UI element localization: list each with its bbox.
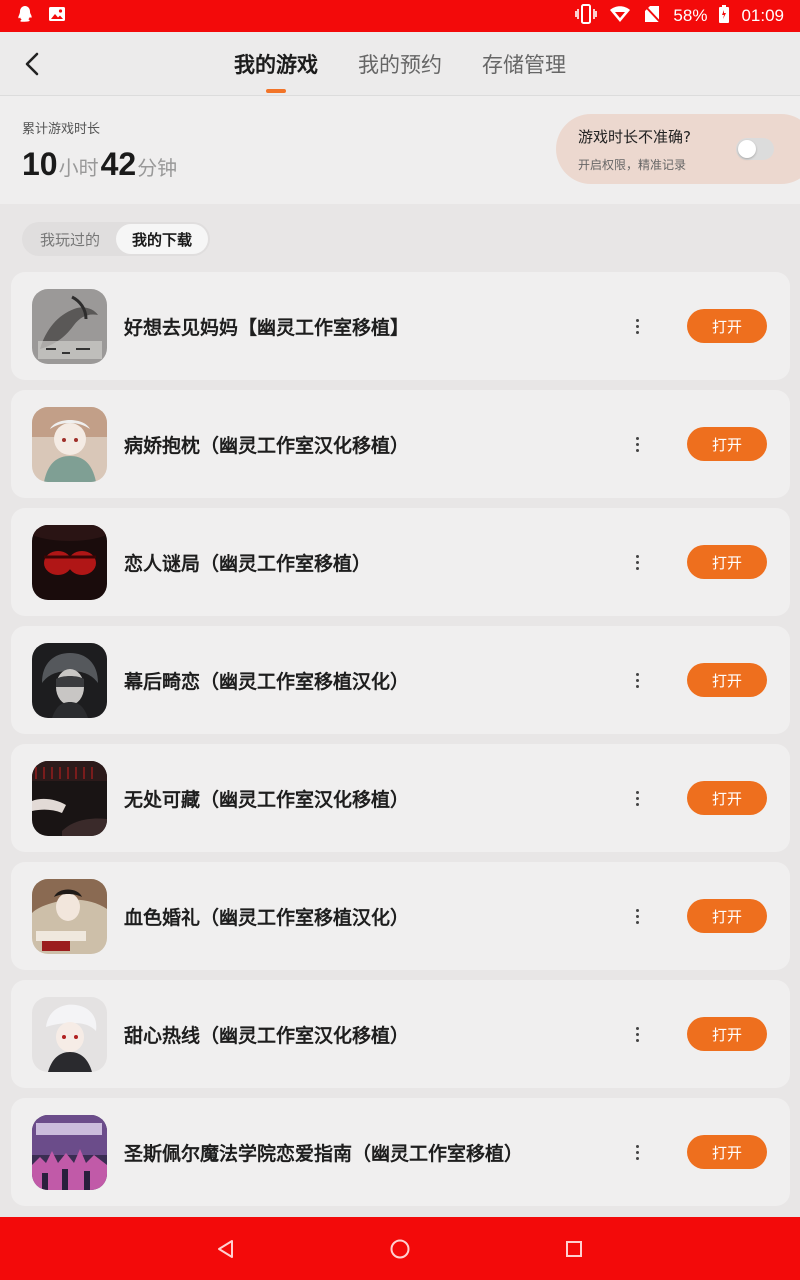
open-game-button[interactable]: 打开 (687, 663, 767, 697)
list-item[interactable]: 甜心热线（幽灵工作室汉化移植） 打开 (11, 980, 790, 1088)
back-button[interactable] (14, 46, 50, 82)
recents-square-icon (566, 1240, 582, 1257)
filter-segment: 我玩过的 我的下载 (22, 222, 211, 256)
playtime-section: 累计游戏时长 10 小时 42 分钟 游戏时长不准确? 开启权限，精准记录 (0, 96, 800, 204)
more-options-button[interactable] (625, 900, 649, 932)
playtime-minutes: 42 (100, 146, 137, 182)
open-game-button[interactable]: 打开 (687, 781, 767, 815)
playtime-value: 10 小时 42 分钟 (22, 146, 179, 183)
game-title: 圣斯佩尔魔法学院恋爱指南（幽灵工作室移植） (124, 1142, 524, 1165)
more-options-button[interactable] (625, 664, 649, 696)
open-game-button[interactable]: 打开 (687, 427, 767, 461)
open-game-button[interactable]: 打开 (687, 309, 767, 343)
list-item[interactable]: 血色婚礼（幽灵工作室移植汉化） 打开 (11, 862, 790, 970)
playtime-hours: 10 (22, 146, 58, 182)
wifi-icon (609, 5, 631, 28)
accuracy-title: 游戏时长不准确? (578, 128, 691, 146)
open-game-button[interactable]: 打开 (687, 545, 767, 579)
nav-home-button[interactable] (388, 1237, 412, 1261)
playtime-label: 累计游戏时长 (22, 122, 101, 137)
more-options-button[interactable] (625, 310, 649, 342)
game-title: 恋人谜局（幽灵工作室移植） (124, 552, 372, 575)
open-game-button[interactable]: 打开 (687, 1017, 767, 1051)
tab-my-games[interactable]: 我的游戏 (214, 32, 338, 96)
game-title: 幕后畸恋（幽灵工作室移植汉化） (124, 670, 410, 693)
back-triangle-icon (218, 1239, 233, 1258)
chevron-left-icon (25, 52, 39, 76)
tab-my-reservations[interactable]: 我的预约 (338, 32, 462, 96)
list-item[interactable]: 幕后畸恋（幽灵工作室移植汉化） 打开 (11, 626, 790, 734)
open-game-button[interactable]: 打开 (687, 1135, 767, 1169)
clock: 01:09 (741, 6, 784, 25)
accuracy-toggle[interactable] (736, 138, 774, 160)
game-cover-icon (32, 1115, 107, 1190)
list-item[interactable]: 病娇抱枕（幽灵工作室汉化移植） 打开 (11, 390, 790, 498)
filter-played[interactable]: 我玩过的 (24, 224, 116, 254)
game-cover-icon (32, 643, 107, 718)
more-options-button[interactable] (625, 546, 649, 578)
accuracy-card[interactable]: 游戏时长不准确? 开启权限，精准记录 (556, 114, 800, 184)
battery-icon (719, 4, 730, 28)
game-cover-icon (32, 407, 107, 482)
list-item[interactable]: 好想去见妈妈【幽灵工作室移植】 打开 (11, 272, 790, 380)
accuracy-subtitle: 开启权限，精准记录 (578, 158, 687, 172)
toggle-knob (738, 140, 756, 158)
system-nav-bar (0, 1217, 800, 1280)
game-cover-icon (32, 289, 107, 364)
nav-recents-button[interactable] (562, 1237, 586, 1261)
game-title: 血色婚礼（幽灵工作室移植汉化） (124, 906, 410, 929)
game-cover-icon (32, 879, 107, 954)
no-sim-icon (643, 4, 662, 28)
list-item[interactable]: 恋人谜局（幽灵工作室移植） 打开 (11, 508, 790, 616)
list-item[interactable]: 圣斯佩尔魔法学院恋爱指南（幽灵工作室移植） 打开 (11, 1098, 790, 1206)
game-cover-icon (32, 525, 107, 600)
nav-back-button[interactable] (214, 1237, 238, 1261)
list-item[interactable]: 无处可藏（幽灵工作室汉化移植） 打开 (11, 744, 790, 852)
more-options-button[interactable] (625, 782, 649, 814)
filter-downloaded[interactable]: 我的下载 (116, 224, 209, 254)
playtime-minutes-unit: 分钟 (137, 156, 178, 180)
home-circle-icon (390, 1239, 410, 1258)
vibrate-icon (575, 3, 598, 29)
game-cover-icon (32, 997, 107, 1072)
more-options-button[interactable] (625, 1018, 649, 1050)
tab-storage[interactable]: 存储管理 (462, 32, 586, 96)
game-cover-icon (32, 761, 107, 836)
battery-text: 58% (673, 6, 708, 25)
game-title: 甜心热线（幽灵工作室汉化移植） (124, 1024, 410, 1047)
more-options-button[interactable] (625, 428, 649, 460)
more-options-button[interactable] (625, 1136, 649, 1168)
tab-bar: 我的游戏 我的预约 存储管理 (214, 32, 586, 96)
game-title: 病娇抱枕（幽灵工作室汉化移植） (124, 434, 410, 457)
open-game-button[interactable]: 打开 (687, 899, 767, 933)
status-bar: 58% 01:09 (0, 0, 800, 32)
qq-icon (16, 5, 34, 27)
image-icon (48, 5, 66, 27)
playtime-hours-unit: 小时 (58, 156, 99, 180)
top-header: 我的游戏 我的预约 存储管理 (0, 32, 800, 96)
game-title: 好想去见妈妈【幽灵工作室移植】 (124, 316, 410, 339)
game-title: 无处可藏（幽灵工作室汉化移植） (124, 788, 410, 811)
